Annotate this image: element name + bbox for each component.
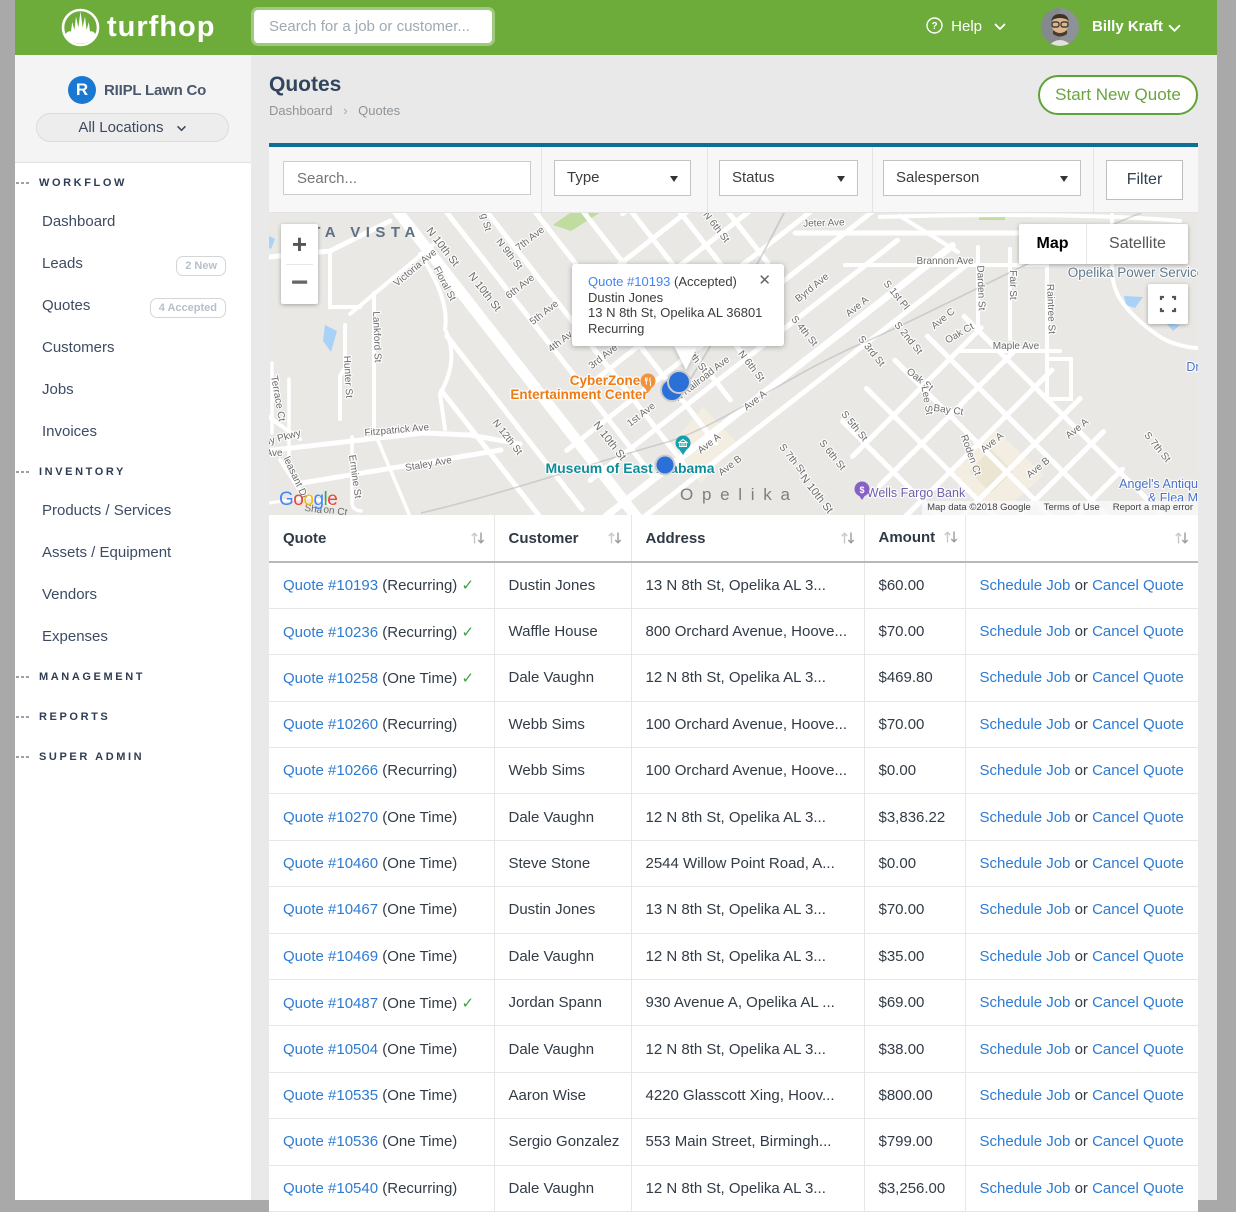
svg-text:Lankford St: Lankford St	[370, 311, 383, 363]
svg-text:TA VISTA: TA VISTA	[311, 224, 421, 241]
svg-text:Raintree St: Raintree St	[1044, 284, 1057, 335]
svg-text:Museum of East Alabama: Museum of East Alabama	[545, 460, 714, 476]
svg-text:Dr: Dr	[1186, 360, 1198, 374]
svg-text:Darden St: Darden St	[974, 265, 987, 311]
svg-text:Fair St: Fair St	[1007, 270, 1018, 300]
svg-text:Opelika Power Service: Opelika Power Service	[1068, 265, 1198, 280]
svg-text:Brannon Ave: Brannon Ave	[916, 256, 974, 267]
svg-text:CyberZone: CyberZone	[570, 373, 641, 388]
svg-text:Angel's Antiqu: Angel's Antiqu	[1119, 477, 1198, 491]
svg-text:Maple Ave: Maple Ave	[993, 341, 1040, 352]
svg-text:O p e l i k a: O p e l i k a	[680, 485, 792, 504]
svg-text:Entertainment Center: Entertainment Center	[510, 387, 648, 402]
svg-text:Hunter St: Hunter St	[341, 355, 354, 398]
svg-text:Ave: Ave	[269, 448, 283, 459]
svg-text:?: ?	[931, 21, 937, 32]
svg-text:Wells Fargo Bank: Wells Fargo Bank	[867, 486, 966, 500]
svg-text:Jeter Ave: Jeter Ave	[803, 217, 845, 229]
svg-text:$: $	[859, 485, 864, 495]
